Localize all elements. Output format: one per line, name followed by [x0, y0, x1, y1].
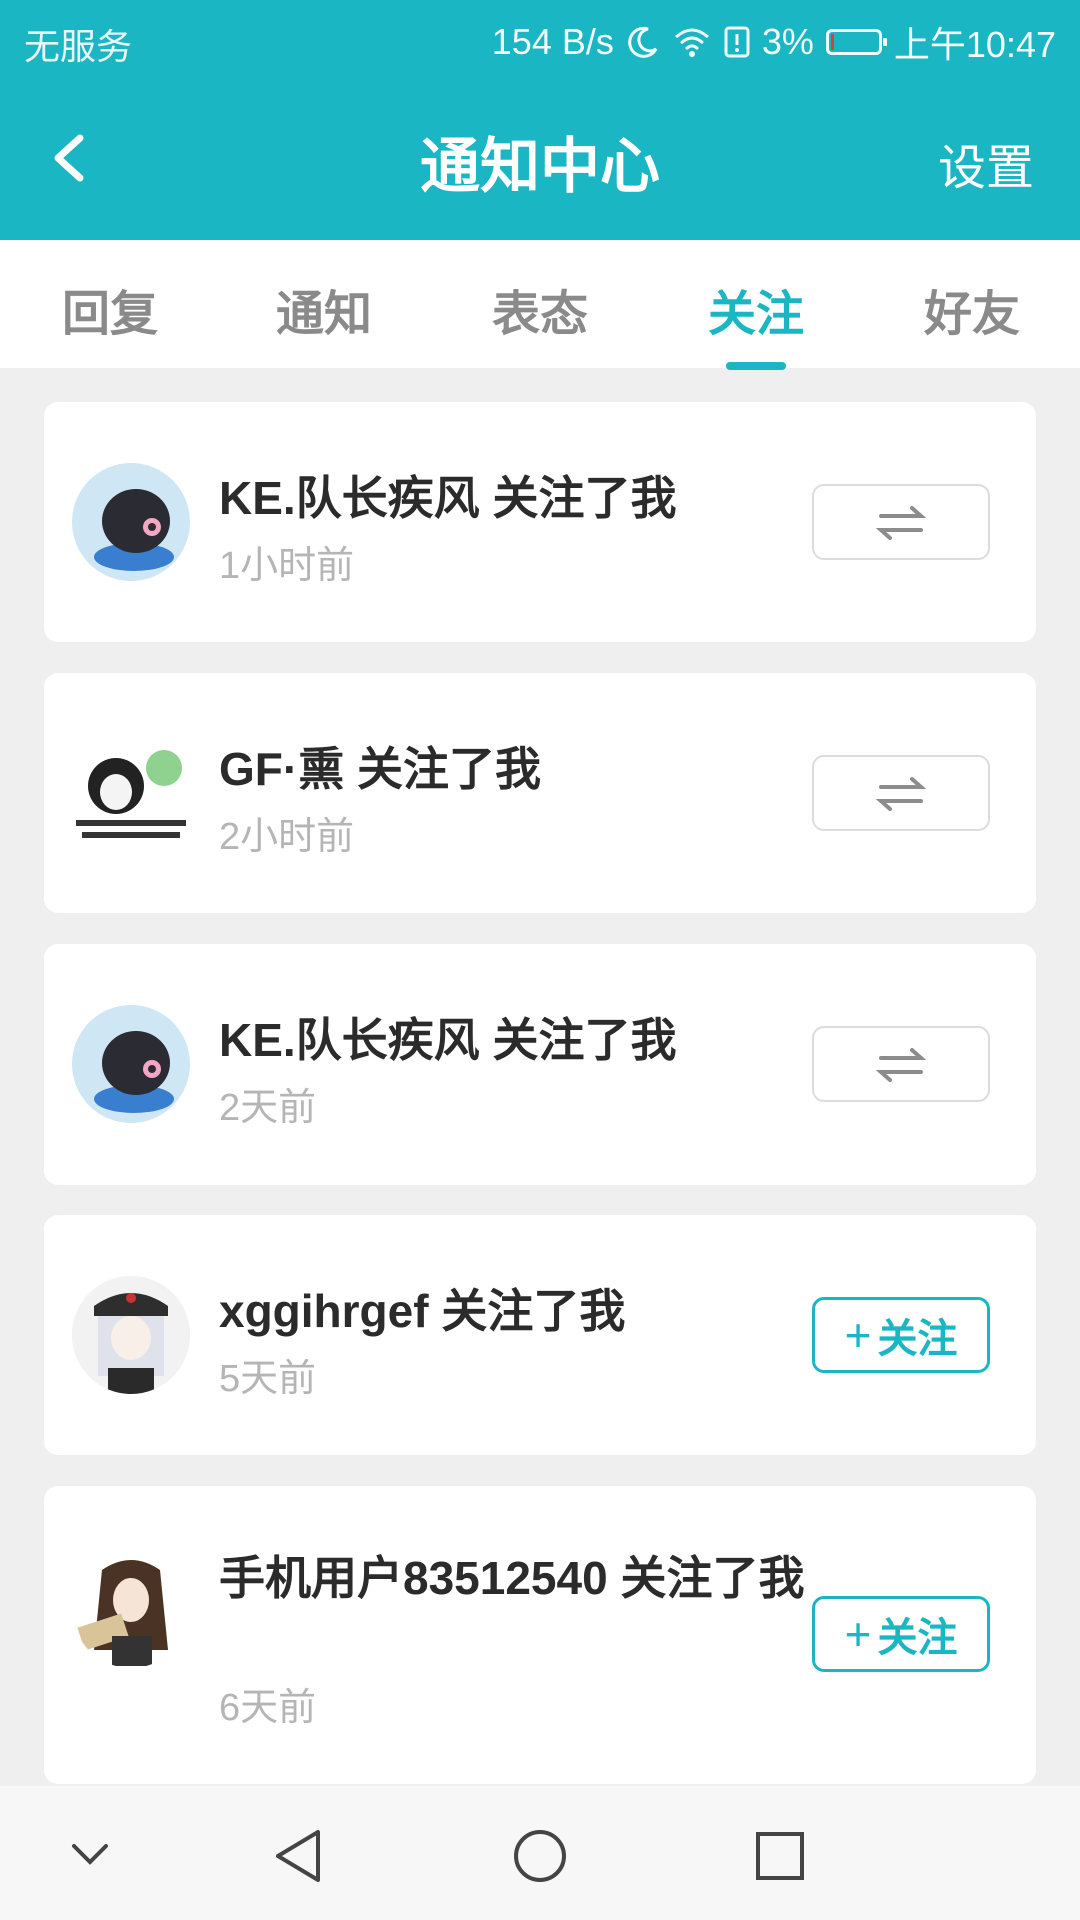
avatar[interactable] [72, 1550, 190, 1668]
settings-button[interactable]: 设置 [938, 128, 1034, 198]
wifi-icon [674, 28, 709, 57]
tab-replies[interactable]: 回复 [40, 274, 180, 344]
chevron-down-icon [72, 1844, 108, 1865]
nav-collapse-button[interactable] [50, 1816, 130, 1896]
plus-icon: + [844, 1608, 872, 1660]
notification-card[interactable]: 手机用户83512540 关注了我 6天前 + 关注 [44, 1486, 1036, 1784]
avatar[interactable] [72, 463, 190, 581]
notification-title: KE.队长疾风 关注了我 [219, 472, 677, 524]
notification-card[interactable]: GF·熏 关注了我 2小时前 [44, 673, 1036, 913]
active-tab-indicator [726, 362, 786, 370]
alert-icon [724, 26, 750, 58]
battery-fill [830, 34, 834, 50]
battery-icon [825, 29, 887, 55]
notification-time: 2小时前 [219, 816, 355, 858]
mutual-follow-button[interactable] [812, 484, 990, 560]
notification-time: 2天前 [219, 1087, 317, 1129]
mutual-follow-button[interactable] [812, 1026, 990, 1102]
battery-percent: 3% [761, 21, 814, 62]
tab-friends[interactable]: 好友 [902, 274, 1042, 344]
plus-icon: + [844, 1309, 872, 1361]
avatar[interactable] [72, 734, 190, 852]
nav-back-button[interactable] [260, 1816, 340, 1896]
status-bar: 无服务 154 B/s 3% 上午10:47 [0, 0, 1080, 76]
recents-square-icon [756, 1832, 804, 1880]
follow-label: 关注 [877, 1616, 958, 1660]
page-title: 通知中心 [420, 133, 660, 200]
notification-card[interactable]: KE.队长疾风 关注了我 2天前 [44, 944, 1036, 1185]
follow-button[interactable]: + 关注 [812, 1297, 990, 1373]
moon-icon [628, 26, 658, 58]
mutual-follow-button[interactable] [812, 755, 990, 831]
follow-button[interactable]: + 关注 [812, 1596, 990, 1672]
avatar[interactable] [72, 1005, 190, 1123]
notification-title: 手机用户83512540 关注了我 [219, 1552, 805, 1604]
notification-title: KE.队长疾风 关注了我 [219, 1014, 677, 1066]
notification-time: 1小时前 [219, 545, 355, 587]
swap-icon [875, 1048, 927, 1082]
system-nav-bar [0, 1786, 1080, 1920]
nav-home-button[interactable] [500, 1816, 580, 1896]
net-speed: 154 B/s [491, 21, 614, 62]
clock: 上午10:47 [893, 24, 1056, 65]
tab-bar: 回复 通知 表态 关注 好友 [0, 240, 1080, 368]
notification-title: xggihrgef 关注了我 [219, 1285, 626, 1337]
carrier-text: 无服务 [24, 26, 133, 67]
nav-recents-button[interactable] [740, 1816, 820, 1896]
tab-reactions[interactable]: 表态 [470, 274, 610, 344]
swap-icon [875, 777, 927, 811]
app-header: 无服务 154 B/s 3% 上午10:47 通知中心 设置 [0, 0, 1080, 240]
back-triangle-icon [276, 1830, 320, 1882]
notification-card[interactable]: KE.队长疾风 关注了我 1小时前 [44, 402, 1036, 642]
notification-time: 5天前 [219, 1358, 317, 1400]
follow-label: 关注 [877, 1317, 958, 1361]
tab-notifications[interactable]: 通知 [254, 274, 394, 344]
home-circle-icon [514, 1830, 566, 1882]
notification-card[interactable]: xggihrgef 关注了我 5天前 + 关注 [44, 1215, 1036, 1455]
avatar[interactable] [72, 1276, 190, 1394]
notification-title: GF·熏 关注了我 [219, 743, 541, 795]
tab-following[interactable]: 关注 [686, 274, 826, 344]
notification-time: 6天前 [219, 1687, 317, 1729]
swap-icon [875, 506, 927, 540]
